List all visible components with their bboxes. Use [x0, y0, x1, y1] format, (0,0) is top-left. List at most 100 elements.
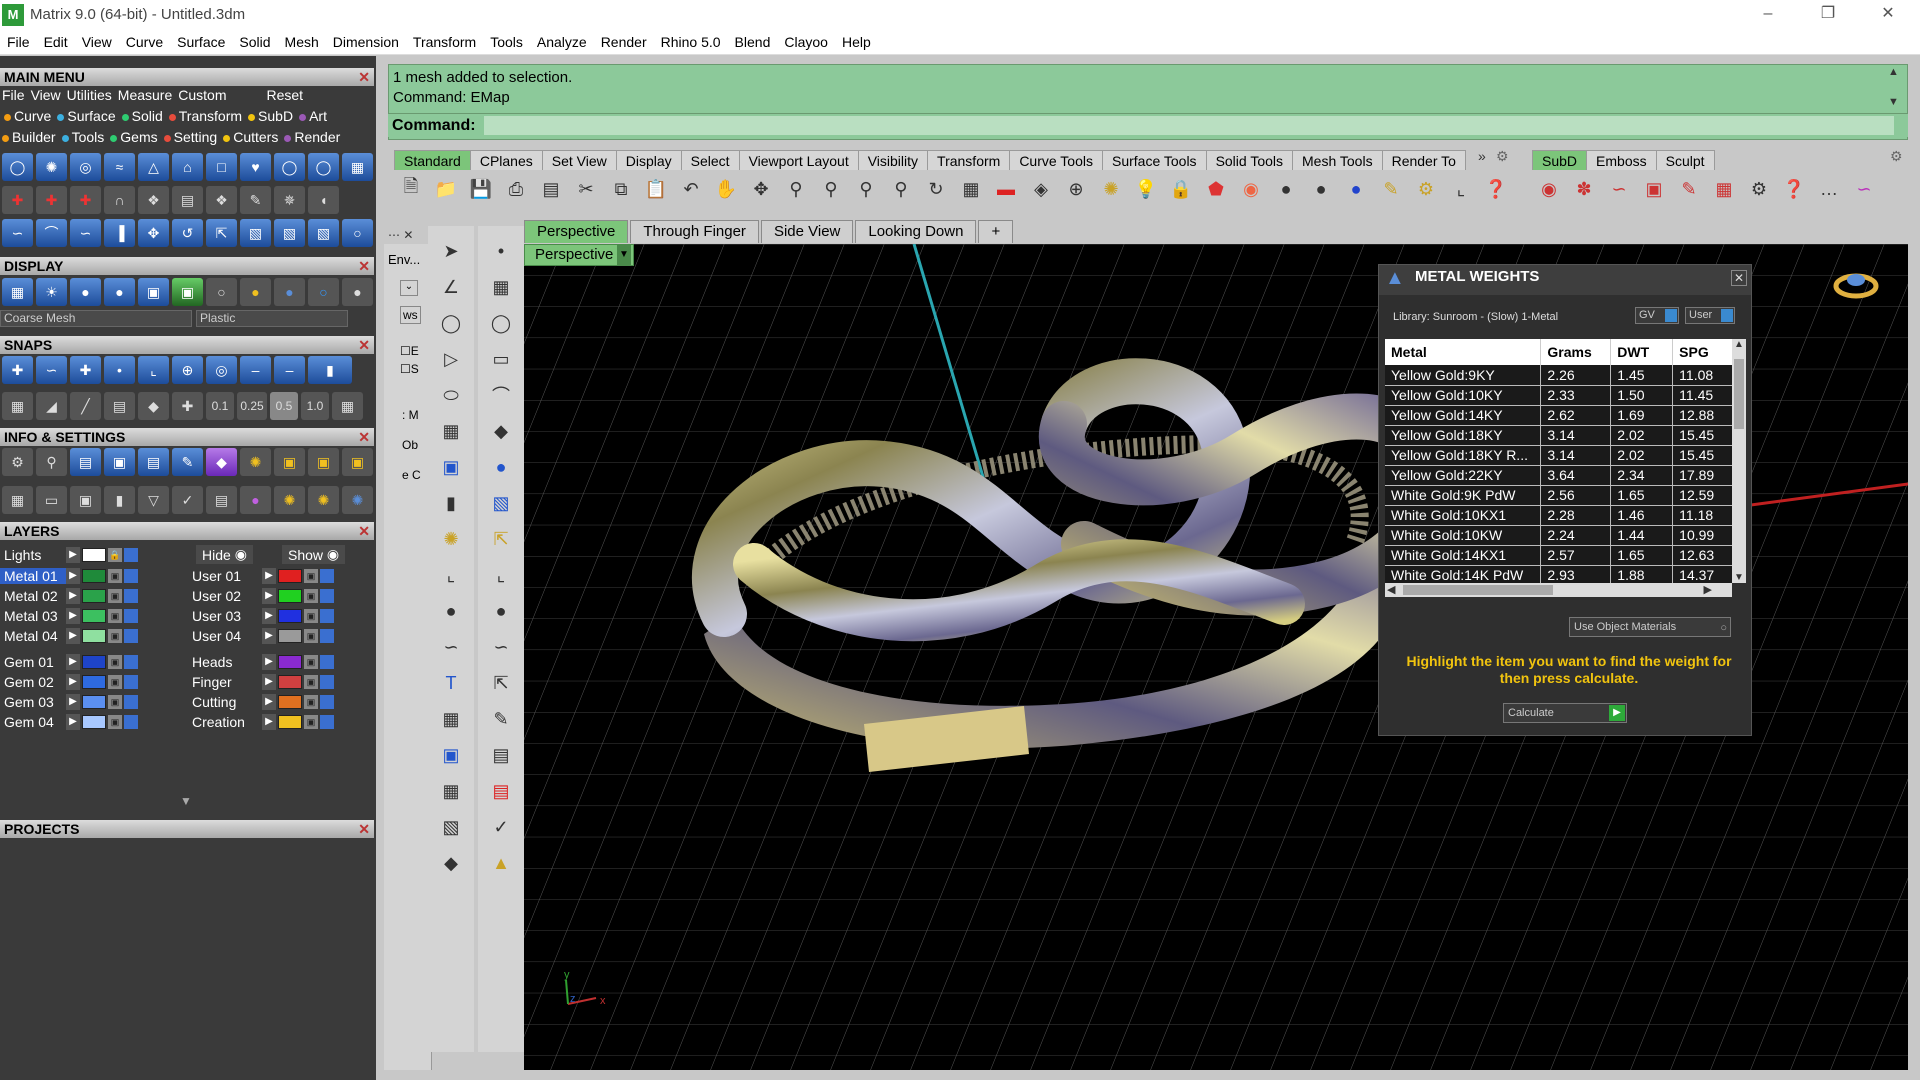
- project-snap-icon[interactable]: ◆: [138, 392, 169, 420]
- lock-icon[interactable]: ▣: [304, 654, 318, 669]
- lock-icon[interactable]: ▣: [108, 714, 122, 729]
- layer-color-swatch[interactable]: [82, 654, 106, 669]
- check-icon[interactable]: ✓: [485, 812, 517, 842]
- lock-toolbar-icon[interactable]: 🔒: [1166, 174, 1196, 204]
- visibility-icon[interactable]: [320, 714, 334, 729]
- layer-color-swatch[interactable]: [278, 608, 302, 623]
- expand-arrow-icon[interactable]: ▶: [66, 693, 80, 710]
- layer-row[interactable]: Gem 04 ▶ ▣: [0, 712, 138, 731]
- main-menu-measure[interactable]: Measure: [118, 87, 172, 103]
- layer-color-swatch[interactable]: [278, 694, 302, 709]
- export-icon[interactable]: ▣: [342, 448, 373, 476]
- gv-button[interactable]: GV: [1635, 307, 1679, 324]
- panel-close-icon[interactable]: ✕: [358, 522, 370, 540]
- minimize-icon[interactable]: –: [1740, 0, 1796, 29]
- layer-row[interactable]: Metal 02 ▶ ▣: [0, 586, 138, 605]
- surface-tool-icon[interactable]: ▧: [435, 812, 467, 842]
- menu-render[interactable]: Render: [594, 34, 654, 50]
- layer-color-swatch[interactable]: [82, 714, 106, 729]
- zoom-window-icon[interactable]: ⚲: [816, 174, 846, 204]
- layer-name[interactable]: Metal 02: [0, 588, 66, 604]
- monitor-icon[interactable]: ▭: [36, 486, 67, 514]
- add-view-tab-button[interactable]: +: [978, 220, 1014, 243]
- side-checkbox-s[interactable]: ☐S: [400, 362, 419, 376]
- settings-gear-icon[interactable]: ⚙: [2, 448, 33, 476]
- layer-color-swatch[interactable]: [82, 674, 106, 689]
- dimension-icon[interactable]: ⌞: [1446, 174, 1476, 204]
- snap-mid-icon[interactable]: •: [104, 356, 135, 384]
- table-row[interactable]: White Gold:9K PdW 2.56 1.65 12.59: [1385, 485, 1732, 506]
- layer-name[interactable]: Metal 03: [0, 608, 66, 624]
- layer-name[interactable]: User 04: [188, 628, 262, 644]
- report-icon[interactable]: ▣: [308, 448, 339, 476]
- band-tool-icon[interactable]: ≈: [104, 153, 135, 181]
- lock-icon[interactable]: ▣: [108, 628, 122, 643]
- grid-snap-icon[interactable]: ▦: [2, 392, 33, 420]
- rendered-icon[interactable]: ●: [104, 278, 135, 306]
- main-menu-cutters[interactable]: Cutters: [223, 129, 278, 145]
- panel-close-icon[interactable]: ✕: [358, 428, 370, 446]
- shaded-icon[interactable]: ●: [70, 278, 101, 306]
- align-3d-icon[interactable]: ⇱: [485, 668, 517, 698]
- lock-icon[interactable]: ▣: [108, 568, 122, 583]
- visibility-icon[interactable]: [124, 628, 138, 643]
- main-menu-custom[interactable]: Custom: [178, 87, 226, 103]
- gem-info-icon[interactable]: ◆: [206, 448, 237, 476]
- layer-row[interactable]: User 03 ▶ ▣: [188, 606, 334, 625]
- snap-quad-icon[interactable]: ◎: [206, 356, 237, 384]
- visibility-icon[interactable]: [320, 694, 334, 709]
- menu-file[interactable]: File: [0, 34, 37, 50]
- material-icon[interactable]: ⬟: [1201, 174, 1231, 204]
- scale-3d-icon[interactable]: ⇱: [485, 524, 517, 554]
- layer-row[interactable]: Gem 02 ▶ ▣: [0, 672, 138, 691]
- tab-standard[interactable]: Standard: [394, 150, 471, 170]
- layer-name[interactable]: Finger: [188, 674, 262, 690]
- menu-surface[interactable]: Surface: [170, 34, 232, 50]
- metal-weights-table[interactable]: Metal Grams DWT SPG Yellow Gold:9KY 2.26 1.45…: [1385, 339, 1732, 583]
- more-tabs-icon[interactable]: »: [1478, 148, 1486, 164]
- zoom-search-icon[interactable]: ⚲: [36, 448, 67, 476]
- lock-icon[interactable]: ▣: [304, 628, 318, 643]
- layer-color-swatch[interactable]: [278, 714, 302, 729]
- layer-row[interactable]: Metal 03 ▶ ▣: [0, 606, 138, 625]
- right-toolbar-settings-icon[interactable]: ⚙: [1890, 148, 1903, 165]
- planar-icon[interactable]: ╱: [70, 392, 101, 420]
- snap-value-0-5[interactable]: 0.5: [270, 392, 298, 420]
- project-icon[interactable]: ⌞: [485, 560, 517, 590]
- render-light-icon[interactable]: ✺: [240, 448, 271, 476]
- toolbar-settings-icon[interactable]: ⚙: [1496, 148, 1509, 165]
- render-sphere-icon[interactable]: ●: [1271, 174, 1301, 204]
- layer-color-swatch[interactable]: [82, 628, 106, 643]
- export-icon[interactable]: ▤: [536, 174, 566, 204]
- copy-icon[interactable]: ⧉: [606, 174, 636, 204]
- visibility-icon[interactable]: [320, 568, 334, 583]
- gumball-icon[interactable]: ✚: [172, 392, 203, 420]
- layer-stack-icon[interactable]: ▤: [70, 448, 101, 476]
- layer-color-swatch[interactable]: [278, 588, 302, 603]
- menu-help[interactable]: Help: [835, 34, 878, 50]
- use-object-materials-select[interactable]: Use Object Materials ○: [1569, 617, 1731, 637]
- sphere-group-icon[interactable]: ●: [485, 596, 517, 626]
- table-row[interactable]: Yellow Gold:18KY 3.14 2.02 15.45: [1385, 425, 1732, 446]
- light-bulb-icon[interactable]: 💡: [1131, 174, 1161, 204]
- main-menu-render[interactable]: Render: [284, 129, 340, 145]
- side-dropdown-icon[interactable]: ⌄: [400, 280, 418, 296]
- cube-info-icon[interactable]: ▣: [70, 486, 101, 514]
- material-select[interactable]: Plastic: [196, 310, 348, 327]
- tab-curve-tools[interactable]: Curve Tools: [1009, 150, 1103, 170]
- tab-sculpt[interactable]: Sculpt: [1655, 150, 1715, 170]
- snap-point-icon[interactable]: ✚: [70, 356, 101, 384]
- lock-icon[interactable]: ▣: [304, 608, 318, 623]
- new-file-icon[interactable]: 🗎: [396, 174, 426, 204]
- bezel-tool-icon[interactable]: ⌂: [172, 153, 203, 181]
- expand-arrow-icon[interactable]: ▶: [262, 693, 276, 710]
- expand-arrow-icon[interactable]: ▶: [262, 627, 276, 644]
- subd-loop-icon[interactable]: ∽: [1604, 174, 1634, 204]
- visibility-icon[interactable]: [320, 674, 334, 689]
- subd-pen-icon[interactable]: ✎: [1674, 174, 1704, 204]
- lock-icon[interactable]: ▣: [304, 714, 318, 729]
- scroll-up-icon[interactable]: ▲: [1888, 66, 1899, 78]
- material-ring-icon[interactable]: ○: [308, 278, 339, 306]
- options-gear-icon[interactable]: ⚙: [1411, 174, 1441, 204]
- expand-arrow-icon[interactable]: ▶: [262, 713, 276, 730]
